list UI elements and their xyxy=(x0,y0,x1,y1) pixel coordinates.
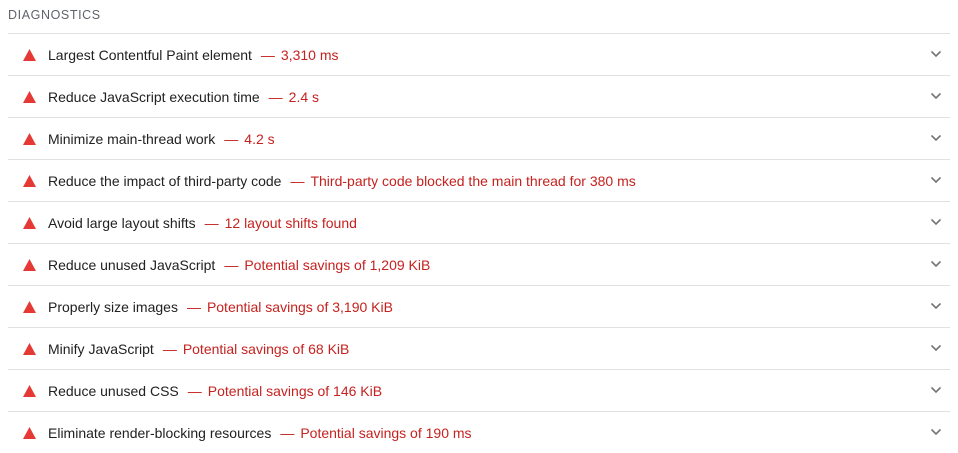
audit-display-value: Potential savings of 190 ms xyxy=(300,424,472,441)
chevron-down-icon[interactable] xyxy=(930,258,942,270)
fail-triangle-icon xyxy=(22,384,36,398)
chevron-down-icon[interactable] xyxy=(930,384,942,396)
audit-display-value: Potential savings of 146 KiB xyxy=(207,382,383,399)
fail-triangle-icon xyxy=(22,48,36,62)
fail-triangle-icon xyxy=(22,132,36,146)
chevron-down-icon[interactable] xyxy=(930,426,942,438)
audit-title: Avoid large layout shifts xyxy=(48,214,196,231)
audit-separator: — xyxy=(268,88,283,105)
audit-title: Reduce JavaScript execution time xyxy=(48,88,260,105)
audit-row[interactable]: Minimize main-thread work — 4.2 s xyxy=(8,118,950,160)
audit-separator: — xyxy=(204,214,219,231)
audit-separator: — xyxy=(224,130,239,147)
audit-row[interactable]: Properly size images — Potential savings… xyxy=(8,286,950,328)
audit-display-value: Potential savings of 68 KiB xyxy=(182,340,350,357)
audit-list: Largest Contentful Paint element — 3,310… xyxy=(8,33,950,453)
diagnostics-section: DIAGNOSTICS Largest Contentful Paint ele… xyxy=(0,0,958,453)
audit-separator: — xyxy=(280,424,295,441)
chevron-down-icon[interactable] xyxy=(930,132,942,144)
chevron-down-icon[interactable] xyxy=(930,90,942,102)
audit-separator: — xyxy=(260,46,275,63)
fail-triangle-icon xyxy=(22,342,36,356)
audit-separator: — xyxy=(290,172,305,189)
audit-display-value: Potential savings of 3,190 KiB xyxy=(206,298,393,315)
audit-title: Properly size images xyxy=(48,298,178,315)
audit-title: Eliminate render-blocking resources xyxy=(48,424,272,441)
audit-display-value: 3,310 ms xyxy=(280,46,339,63)
audit-separator: — xyxy=(187,382,202,399)
audit-row[interactable]: Largest Contentful Paint element — 3,310… xyxy=(8,34,950,76)
chevron-down-icon[interactable] xyxy=(930,216,942,228)
fail-triangle-icon xyxy=(22,426,36,440)
audit-row[interactable]: Eliminate render-blocking resources — Po… xyxy=(8,412,950,453)
audit-row[interactable]: Reduce JavaScript execution time — 2.4 s xyxy=(8,76,950,118)
audit-display-value: 4.2 s xyxy=(244,130,275,147)
chevron-down-icon[interactable] xyxy=(930,300,942,312)
fail-triangle-icon xyxy=(22,174,36,188)
chevron-down-icon[interactable] xyxy=(930,342,942,354)
audit-row[interactable]: Avoid large layout shifts — 12 layout sh… xyxy=(8,202,950,244)
fail-triangle-icon xyxy=(22,216,36,230)
audit-separator: — xyxy=(224,256,239,273)
chevron-down-icon[interactable] xyxy=(930,174,942,186)
audit-title: Largest Contentful Paint element xyxy=(48,46,252,63)
audit-display-value: 2.4 s xyxy=(288,88,320,105)
audit-row[interactable]: Minify JavaScript — Potential savings of… xyxy=(8,328,950,370)
audit-title: Minimize main-thread work xyxy=(48,130,216,147)
fail-triangle-icon xyxy=(22,300,36,314)
fail-triangle-icon xyxy=(22,258,36,272)
audit-row[interactable]: Reduce unused CSS — Potential savings of… xyxy=(8,370,950,412)
audit-display-value: Third-party code blocked the main thread… xyxy=(310,172,636,189)
audit-display-value: Potential savings of 1,209 KiB xyxy=(244,256,431,273)
audit-separator: — xyxy=(162,340,177,357)
audit-title: Reduce the impact of third-party code xyxy=(48,172,282,189)
audit-display-value: 12 layout shifts found xyxy=(224,214,357,231)
audit-row[interactable]: Reduce the impact of third-party code — … xyxy=(8,160,950,202)
audit-title: Minify JavaScript xyxy=(48,340,154,357)
audit-title: Reduce unused JavaScript xyxy=(48,256,216,273)
chevron-down-icon[interactable] xyxy=(930,48,942,60)
section-title: DIAGNOSTICS xyxy=(8,8,101,22)
fail-triangle-icon xyxy=(22,90,36,104)
audit-row[interactable]: Reduce unused JavaScript — Potential sav… xyxy=(8,244,950,286)
audit-separator: — xyxy=(186,298,201,315)
audit-title: Reduce unused CSS xyxy=(48,382,179,399)
